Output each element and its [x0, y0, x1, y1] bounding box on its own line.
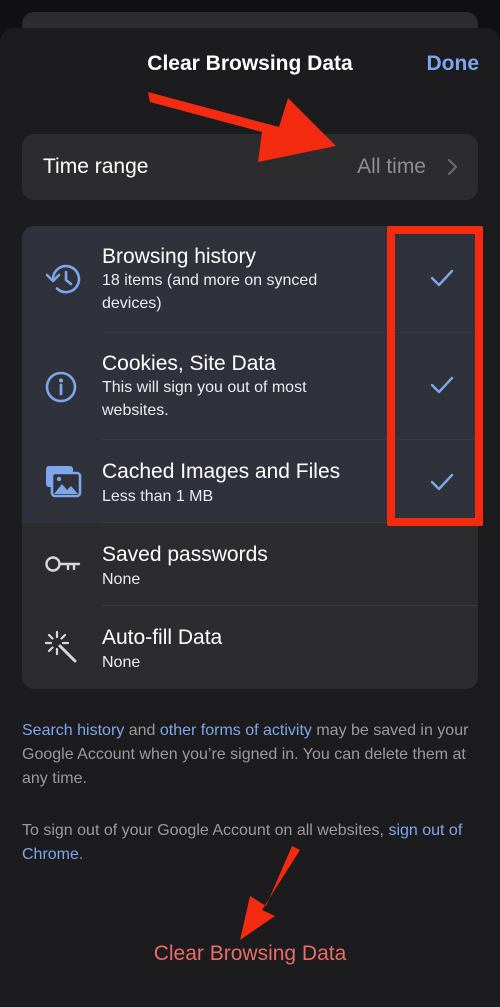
checkmarks-highlight-box: [387, 226, 483, 526]
arrow-to-clear-button: [240, 846, 300, 940]
arrow-to-time-range: [148, 92, 336, 162]
